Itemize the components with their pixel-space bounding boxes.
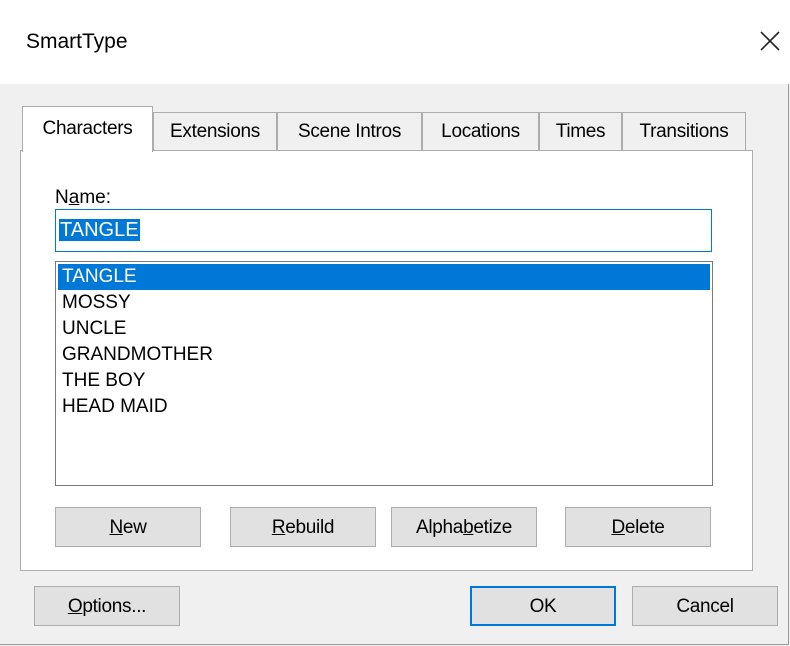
list-item[interactable]: GRANDMOTHER [58, 342, 710, 368]
tab-scene-intros[interactable]: Scene Intros [277, 112, 422, 150]
name-input-value: TANGLE [59, 219, 140, 241]
rebuild-button[interactable]: Rebuild [230, 507, 376, 547]
options-button[interactable]: Options... [34, 586, 180, 626]
characters-listbox[interactable]: TANGLE MOSSY UNCLE GRANDMOTHER THE BOY H… [55, 261, 713, 486]
list-item[interactable]: UNCLE [58, 316, 710, 342]
tab-characters[interactable]: Characters [22, 106, 153, 152]
list-item[interactable]: TANGLE [58, 264, 710, 290]
delete-button[interactable]: Delete [565, 507, 711, 547]
list-item[interactable]: THE BOY [58, 368, 710, 394]
title-bar: SmartType [0, 0, 790, 84]
list-item[interactable]: MOSSY [58, 290, 710, 316]
tab-extensions[interactable]: Extensions [153, 112, 277, 150]
characters-panel: Name: TANGLE TANGLE MOSSY UNCLE GRANDMOT… [20, 150, 753, 571]
list-item[interactable]: HEAD MAID [58, 394, 710, 420]
window-title: SmartType [26, 30, 128, 53]
tab-times[interactable]: Times [539, 112, 622, 150]
smarttype-dialog: SmartType Characters Extensions Scene In… [0, 0, 790, 645]
name-input[interactable]: TANGLE [55, 209, 712, 252]
cancel-button[interactable]: Cancel [632, 586, 778, 626]
close-icon [760, 31, 780, 51]
new-button[interactable]: New [55, 507, 201, 547]
alphabetize-button[interactable]: Alphabetize [391, 507, 537, 547]
tab-transitions[interactable]: Transitions [622, 112, 746, 150]
close-button[interactable] [752, 24, 788, 60]
tab-locations[interactable]: Locations [422, 112, 539, 150]
name-label: Name: [55, 187, 111, 208]
ok-button[interactable]: OK [470, 586, 616, 626]
